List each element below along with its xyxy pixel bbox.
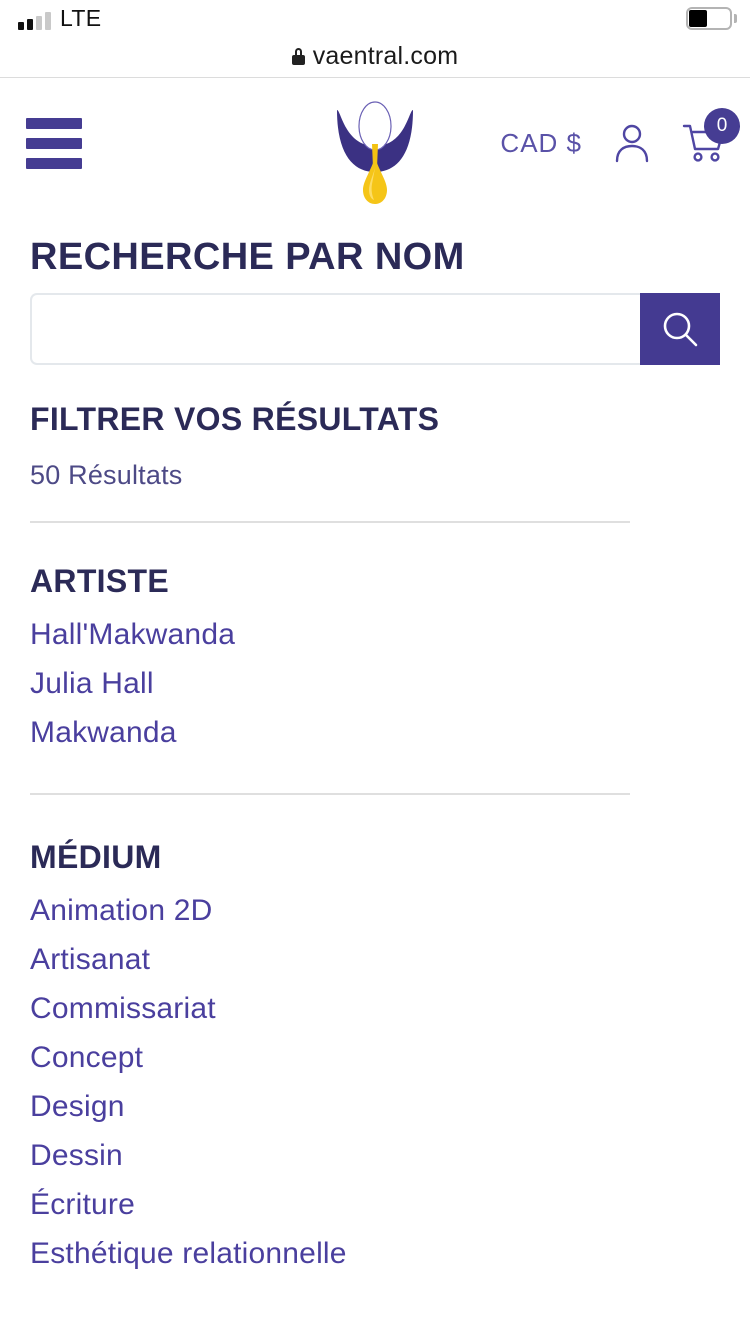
filter-heading: FILTRER VOS RÉSULTATS: [30, 401, 440, 437]
list-item: Artisanat: [30, 935, 720, 984]
cart-count-badge: 0: [704, 108, 740, 144]
search-submit-button[interactable]: [640, 293, 720, 365]
battery-icon: [686, 6, 737, 30]
facet-option-link[interactable]: Concept: [30, 1033, 720, 1082]
results-count: 50 Résultats: [30, 460, 183, 490]
page-title: RECHERCHE PAR NOM: [30, 236, 465, 278]
carrier-label: LTE: [60, 4, 102, 31]
currency-selector[interactable]: CAD $: [500, 128, 582, 159]
facet-artiste: ARTISTE Hall'Makwanda Julia Hall Makwand…: [30, 563, 720, 795]
list-item: Dessin: [30, 1131, 720, 1180]
section-divider: [30, 793, 630, 795]
list-item: Concept: [30, 1033, 720, 1082]
facet-option-link[interactable]: Makwanda: [30, 708, 720, 757]
browser-url-bar[interactable]: vaentral.com: [0, 36, 750, 78]
list-item: Esthétique relationnelle: [30, 1229, 720, 1278]
list-item: Makwanda: [30, 708, 720, 757]
status-bar-left: LTE: [18, 4, 102, 31]
site-header: CAD $ 0: [0, 78, 750, 208]
facet-options-list: Animation 2D Artisanat Commissariat Conc…: [30, 886, 720, 1278]
facet-options-list: Hall'Makwanda Julia Hall Makwanda: [30, 610, 720, 757]
user-account-icon[interactable]: [612, 121, 652, 165]
list-item: Hall'Makwanda: [30, 610, 720, 659]
site-logo[interactable]: [325, 96, 425, 206]
facet-option-link[interactable]: Commissariat: [30, 984, 720, 1033]
facet-option-link[interactable]: Julia Hall: [30, 659, 720, 708]
ios-status-bar: LTE: [0, 0, 750, 36]
list-item: Design: [30, 1082, 720, 1131]
list-item: Écriture: [30, 1180, 720, 1229]
facet-option-link[interactable]: Design: [30, 1082, 720, 1131]
search-input[interactable]: [30, 293, 640, 365]
list-item: Julia Hall: [30, 659, 720, 708]
lock-icon: [291, 48, 305, 65]
facet-title: MÉDIUM: [30, 839, 162, 875]
page-content: RECHERCHE PAR NOM FILTRER VOS RÉSULTATS …: [0, 236, 750, 1278]
shopping-cart-icon[interactable]: 0: [682, 108, 740, 165]
facet-option-link[interactable]: Esthétique relationnelle: [30, 1229, 720, 1278]
facet-option-link[interactable]: Animation 2D: [30, 886, 720, 935]
section-divider: [30, 521, 630, 523]
list-item: Animation 2D: [30, 886, 720, 935]
facet-medium: MÉDIUM Animation 2D Artisanat Commissari…: [30, 839, 720, 1278]
search-form: [30, 293, 720, 365]
url-text: vaentral.com: [312, 42, 459, 70]
facet-title: ARTISTE: [30, 563, 169, 599]
cellular-signal-icon: [18, 11, 51, 30]
list-item: Commissariat: [30, 984, 720, 1033]
facet-option-link[interactable]: Hall'Makwanda: [30, 610, 720, 659]
facet-option-link[interactable]: Écriture: [30, 1180, 720, 1229]
hamburger-menu-icon[interactable]: [26, 117, 82, 169]
facet-option-link[interactable]: Dessin: [30, 1131, 720, 1180]
header-actions: CAD $ 0: [500, 108, 740, 165]
facet-option-link[interactable]: Artisanat: [30, 935, 720, 984]
